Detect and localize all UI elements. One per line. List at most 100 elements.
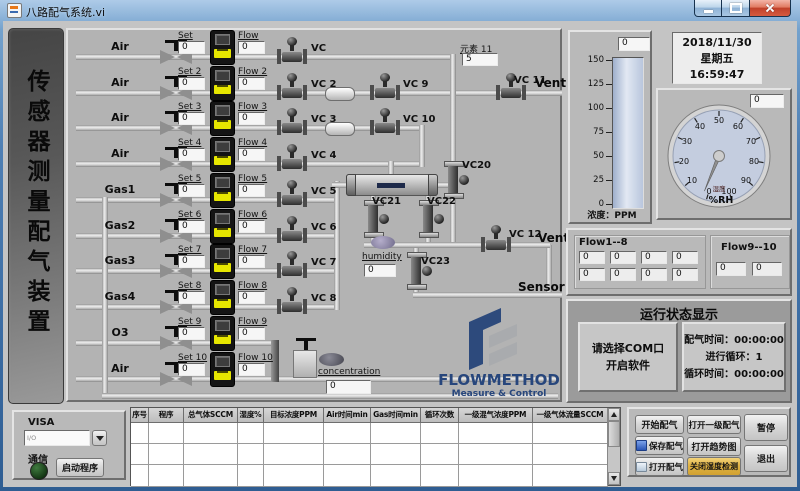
table-cell[interactable] [184, 465, 238, 487]
control-buttons-panel: 开始配气 打开一级配气 暂停 保存配气 打开趋势图 打开配气 关闭湿度检测 退出 [627, 407, 791, 477]
save-icon [636, 440, 647, 451]
table-cell[interactable] [371, 423, 421, 444]
table-scrollbar[interactable] [607, 408, 620, 485]
status-panel: 运行状态显示 请选择COM口 开启软件 配气时间：00:00:00 进行循环：1… [566, 299, 792, 403]
vc22-label: VC22 [427, 196, 456, 207]
scroll-up-button[interactable] [608, 408, 620, 421]
set-input[interactable]: 0 [178, 255, 205, 268]
start-program-button[interactable]: 启动程序 [56, 458, 104, 477]
table-cell[interactable] [533, 444, 608, 465]
vc9-valve-icon[interactable] [370, 73, 400, 103]
table-cell[interactable] [149, 444, 184, 465]
open-primary-gas-button[interactable]: 打开一级配气 [687, 415, 741, 434]
logo-title: FLOWMETHOD [438, 371, 560, 389]
svg-text:90: 90 [741, 176, 751, 185]
table-cell[interactable] [149, 423, 184, 444]
labview-vi-icon [7, 3, 22, 18]
table-cell[interactable] [459, 465, 533, 487]
scrollbar-thumb[interactable] [608, 421, 620, 447]
minimize-button[interactable] [694, 0, 722, 17]
table-cell[interactable] [238, 423, 264, 444]
vc-valve-icon[interactable] [277, 144, 307, 174]
vc-valve-icon[interactable] [277, 37, 307, 67]
visa-dropdown-button[interactable] [92, 430, 107, 446]
flow-label: Flow [238, 31, 259, 41]
set-input[interactable]: 0 [178, 363, 205, 376]
vc-valve-icon[interactable] [277, 73, 307, 103]
chevron-down-icon [96, 436, 104, 441]
maximize-button[interactable] [722, 0, 749, 17]
flow-label: Flow 3 [238, 102, 267, 112]
tank-tick: 125 [576, 79, 604, 89]
vc-valve-icon[interactable] [277, 251, 307, 281]
table-cell[interactable] [184, 423, 238, 444]
table-cell[interactable] [421, 444, 459, 465]
pause-button[interactable]: 暂停 [744, 414, 788, 441]
flow-display: 0 [238, 184, 265, 197]
table-cell[interactable] [459, 444, 533, 465]
vc-valve-icon[interactable] [277, 216, 307, 246]
table-cell[interactable] [371, 465, 421, 487]
table-cell[interactable] [131, 444, 149, 465]
col-header: 一级气体流量SCCM [533, 408, 608, 423]
table-cell[interactable] [264, 444, 324, 465]
vc12-valve-icon[interactable] [481, 225, 511, 255]
set-input[interactable]: 0 [178, 77, 205, 90]
table-cell[interactable] [533, 423, 608, 444]
vc-valve-icon[interactable] [277, 287, 307, 317]
table-cell[interactable] [324, 423, 371, 444]
table-cell[interactable] [324, 465, 371, 487]
table-cell[interactable] [264, 423, 324, 444]
table-cell[interactable] [238, 465, 264, 487]
vc-valve-icon[interactable] [277, 108, 307, 138]
vc10-label: VC 10 [403, 114, 435, 125]
exit-button[interactable]: 退出 [744, 445, 788, 472]
set-input[interactable]: 0 [178, 220, 205, 233]
mfc-icon [210, 66, 235, 101]
visa-combo-input[interactable]: I/O [24, 430, 90, 446]
table-cell[interactable] [421, 423, 459, 444]
close-button[interactable] [749, 0, 791, 17]
set-input[interactable]: 0 [178, 41, 205, 54]
set-input[interactable]: 0 [178, 148, 205, 161]
sidebar-banner: 传感器测量配气装置 [8, 28, 64, 404]
table-cell[interactable] [184, 444, 238, 465]
save-gas-config-button[interactable]: 保存配气 [635, 436, 684, 455]
flow-label: Flow 4 [238, 138, 267, 148]
flow-readout: 0 [579, 251, 605, 264]
table-cell[interactable] [149, 465, 184, 487]
open-gas-config-button[interactable]: 打开配气 [635, 457, 684, 476]
element11-input[interactable]: 5 [462, 53, 498, 66]
open-trend-chart-button[interactable]: 打开趋势图 [687, 437, 741, 456]
table-cell[interactable] [371, 444, 421, 465]
tank-panel: 0 150 125 100 75 50 25 0 浓度：PPM [568, 30, 652, 224]
flow-readout: 0 [579, 268, 605, 281]
start-gas-button[interactable]: 开始配气 [635, 415, 684, 434]
table-cell[interactable] [131, 465, 149, 487]
col-header: Air时间min [324, 408, 371, 423]
set-input[interactable]: 0 [178, 327, 205, 340]
close-humidity-detect-button[interactable]: 关闭湿度检测 [687, 457, 741, 476]
table-cell[interactable] [238, 444, 264, 465]
table-cell[interactable] [421, 465, 459, 487]
set-input[interactable]: 0 [178, 184, 205, 197]
table-cell[interactable] [131, 423, 149, 444]
table-cell[interactable] [264, 465, 324, 487]
table-cell[interactable] [459, 423, 533, 444]
scroll-down-icon [611, 476, 617, 481]
vc10-valve-icon[interactable] [370, 108, 400, 138]
flow-label: Flow 7 [238, 245, 267, 255]
col-header: Gas时间min [371, 408, 421, 423]
vc-valve-icon[interactable] [277, 180, 307, 210]
table-cell[interactable] [533, 465, 608, 487]
scroll-down-button[interactable] [608, 472, 620, 485]
table-cell[interactable] [324, 444, 371, 465]
flowmethod-logo: FLOWMETHOD Measure & Control [436, 302, 562, 398]
set-input[interactable]: 0 [178, 291, 205, 304]
humidity-sensor-icon [371, 236, 395, 249]
set-input[interactable]: 0 [178, 112, 205, 125]
title-bar[interactable]: 八路配气系统.vi [0, 0, 800, 21]
vc12-label: VC 12 [509, 229, 541, 240]
vc20-label: VC20 [462, 160, 491, 171]
datetime-display: 2018/11/30 星期五 16:59:47 [672, 32, 762, 84]
